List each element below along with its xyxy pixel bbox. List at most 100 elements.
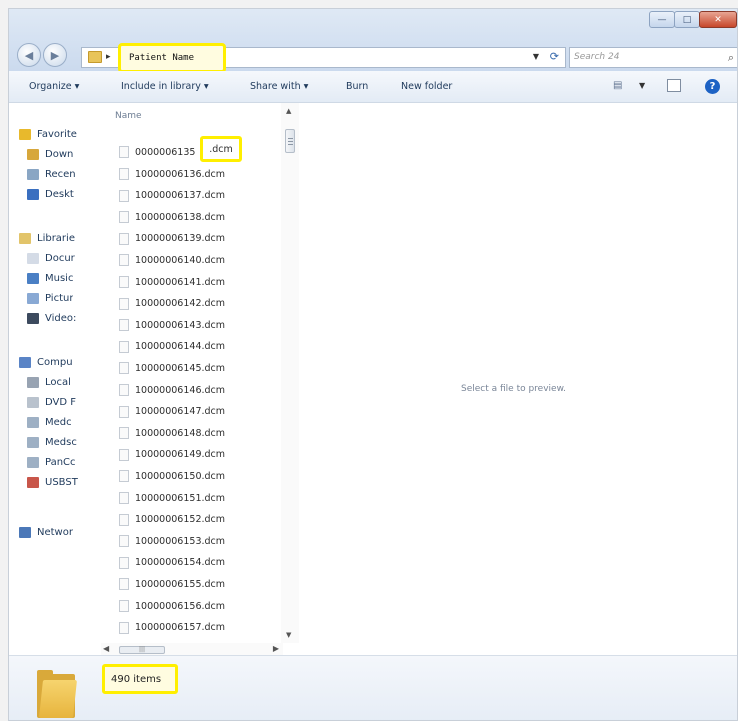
window-controls: — □ ✕	[649, 11, 737, 29]
file-row[interactable]: 10000006139.dcm	[119, 230, 269, 248]
scroll-up-icon[interactable]: ▲	[286, 107, 291, 115]
share-with-menu[interactable]: Share with ▾	[250, 81, 308, 92]
scroll-down-icon[interactable]: ▼	[286, 631, 291, 639]
search-icon[interactable]: ⌕	[728, 51, 734, 65]
sidebar-item[interactable]: Compu	[9, 353, 105, 371]
file-name: 10000006154.dcm	[135, 557, 226, 569]
file-row[interactable]: 10000006136.dcm	[119, 165, 269, 183]
chevron-down-icon[interactable]: ▼	[533, 52, 539, 61]
breadcrumb-highlight[interactable]: Patient Name	[118, 43, 226, 73]
organize-menu[interactable]: Organize ▾	[29, 81, 79, 92]
search-placeholder: Search 24	[574, 52, 620, 62]
close-button[interactable]: ✕	[699, 11, 737, 28]
sidebar-item[interactable]: DVD F	[9, 393, 105, 411]
column-header-name[interactable]: Name	[115, 111, 142, 121]
file-row[interactable]: 10000006144.dcm	[119, 338, 269, 356]
search-input[interactable]: Search 24 ⌕	[569, 47, 737, 68]
file-row[interactable]: 10000006146.dcm	[119, 381, 269, 399]
details-pane: 490 items	[9, 655, 737, 720]
file-row[interactable]: 10000006155.dcm	[119, 575, 269, 593]
file-name: 10000006150.dcm	[135, 470, 226, 482]
file-icon	[119, 276, 129, 288]
file-row[interactable]: 0000006135	[119, 143, 269, 161]
file-row[interactable]: 10000006156.dcm	[119, 597, 269, 615]
file-icon	[119, 384, 129, 396]
item-count-highlight: 490 items	[102, 664, 178, 694]
change-view-icon[interactable]: ▤	[613, 80, 622, 91]
file-row[interactable]: 10000006138.dcm	[119, 208, 269, 226]
preview-pane-icon[interactable]	[667, 79, 681, 92]
breadcrumb-separator[interactable]: ▸	[106, 52, 111, 62]
file-row[interactable]: 10000006142.dcm	[119, 295, 269, 313]
arrow-left-icon: ◀	[24, 48, 34, 62]
sidebar-item[interactable]: Video:	[9, 309, 105, 327]
burn-button[interactable]: Burn	[346, 81, 368, 92]
file-row[interactable]: 10000006150.dcm	[119, 467, 269, 485]
sidebar-item-label: Deskt	[45, 188, 74, 200]
sidebar-item[interactable]: Down	[9, 145, 105, 163]
sidebar-item-label: Librarie	[37, 232, 75, 244]
file-extension: .dcm	[209, 143, 233, 155]
maximize-button[interactable]: □	[674, 11, 700, 28]
file-icon	[119, 621, 129, 634]
explorer-window: — □ ✕ ◀ ▶ ▸ Patient Name ▼ ⟳ Search 24 ⌕…	[8, 8, 738, 721]
sidebar-item[interactable]: Networ	[9, 523, 105, 541]
chevron-down-icon[interactable]: ▼	[639, 81, 645, 90]
file-row[interactable]: 10000006140.dcm	[119, 251, 269, 269]
music-icon	[27, 272, 39, 284]
sidebar-item[interactable]: Local	[9, 373, 105, 391]
sidebar-item[interactable]: Medc	[9, 413, 105, 431]
file-row[interactable]: 10000006154.dcm	[119, 554, 269, 572]
file-row[interactable]: 10000006153.dcm	[119, 532, 269, 550]
file-row[interactable]: 10000006157.dcm	[119, 619, 269, 637]
sidebar-item[interactable]: PanCc	[9, 453, 105, 471]
arrow-right-icon: ▶	[50, 48, 60, 62]
file-row[interactable]: 10000006143.dcm	[119, 316, 269, 334]
sidebar-item[interactable]: Music	[9, 269, 105, 287]
file-icon	[119, 513, 129, 526]
forward-button[interactable]: ▶	[43, 43, 67, 67]
pictures-icon	[27, 292, 39, 304]
sidebar-item-label: Favorite	[37, 128, 77, 140]
minimize-button[interactable]: —	[649, 11, 675, 28]
documents-icon	[27, 252, 39, 264]
sidebar-item[interactable]: Pictur	[9, 289, 105, 307]
file-row[interactable]: 10000006148.dcm	[119, 424, 269, 442]
downloads-icon	[27, 148, 39, 160]
refresh-icon[interactable]: ⟳	[550, 50, 559, 63]
libraries-icon	[19, 232, 31, 244]
breadcrumb-path[interactable]: Patient Name	[129, 53, 194, 63]
back-button[interactable]: ◀	[17, 43, 41, 67]
file-row[interactable]: 10000006141.dcm	[119, 273, 269, 291]
sidebar-item[interactable]: Favorite	[9, 125, 105, 143]
scroll-right-icon[interactable]: ▶	[273, 644, 279, 653]
file-icon	[119, 448, 129, 461]
file-row[interactable]: 10000006147.dcm	[119, 403, 269, 421]
file-row[interactable]: 10000006149.dcm	[119, 446, 269, 464]
include-in-library-menu[interactable]: Include in library ▾	[121, 81, 209, 92]
file-name: 10000006151.dcm	[135, 492, 226, 504]
scrollbar-thumb[interactable]	[285, 129, 295, 153]
sidebar-item[interactable]: Deskt	[9, 185, 105, 203]
scrollbar-thumb[interactable]: |||	[119, 646, 165, 654]
file-icon	[119, 470, 129, 483]
vertical-scrollbar[interactable]: ▲ ▼	[281, 103, 299, 643]
sidebar-item-label: Recen	[45, 168, 76, 180]
file-row[interactable]: 10000006151.dcm	[119, 489, 269, 507]
address-bar[interactable]: ▸ Patient Name ▼ ⟳	[81, 43, 566, 73]
new-folder-button[interactable]: New folder	[401, 81, 452, 92]
file-row[interactable]: 10000006145.dcm	[119, 359, 269, 377]
help-icon[interactable]: ?	[705, 79, 720, 94]
preview-message: Select a file to preview.	[461, 384, 566, 394]
sidebar-item[interactable]: Librarie	[9, 229, 105, 247]
sidebar-item-label: DVD F	[45, 396, 76, 408]
sidebar-item[interactable]: USBST	[9, 473, 105, 491]
sidebar-item[interactable]: Recen	[9, 165, 105, 183]
sidebar-item[interactable]: Docur	[9, 249, 105, 267]
sidebar-item[interactable]: Medsc	[9, 433, 105, 451]
sidebar-item-label: PanCc	[45, 456, 76, 468]
file-row[interactable]: 10000006152.dcm	[119, 511, 269, 529]
scroll-left-icon[interactable]: ◀	[103, 644, 109, 653]
file-row[interactable]: 10000006137.dcm	[119, 187, 269, 205]
sidebar-item-label: Medc	[45, 416, 72, 428]
